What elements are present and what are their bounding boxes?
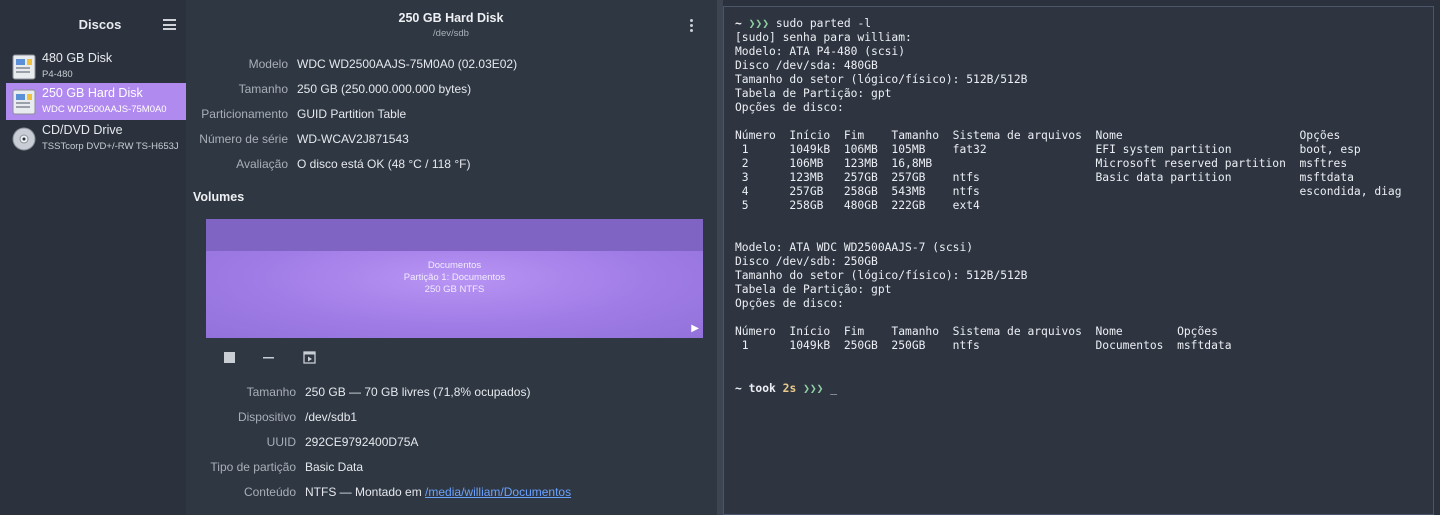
property-value: /dev/sdb1: [305, 410, 358, 424]
hard-disk-icon: [12, 54, 36, 80]
partition-name: Documentos: [427, 260, 482, 271]
terminal-prompt-line: ~ ❯❯❯ sudo parted -l: [735, 17, 871, 31]
property-value: NTFS — Montado em /media/william/Documen…: [305, 485, 571, 499]
property-value: O disco está OK (48 °C / 118 °F): [297, 157, 471, 171]
settings-menu-icon: [303, 351, 316, 364]
mounted-indicator-icon: ▶: [691, 323, 699, 334]
sidebar-item-480gb-disk[interactable]: 480 GB Disk P4-480: [6, 48, 186, 85]
terminal-output-line: 2 106MB 123MB 16,8MB Microsoft reserved …: [735, 157, 1348, 170]
stop-icon: [224, 352, 235, 363]
terminal-command: sudo parted -l: [775, 17, 872, 30]
property-value: Basic Data: [305, 460, 364, 474]
prompt-tilde: ~: [735, 382, 742, 395]
drive-model: WDC WD2500AAJS-75M0A0: [42, 104, 167, 115]
prompt-arrows-icon: ❯❯❯: [803, 382, 824, 395]
terminal-output-line: Número Início Fim Tamanho Sistema de arq…: [735, 129, 1341, 142]
property-value: 250 GB (250.000.000.000 bytes): [297, 82, 472, 96]
terminal-output-line: Tamanho do setor (lógico/físico): 512B/5…: [735, 73, 1028, 86]
volume-band: [206, 219, 703, 251]
property-value: GUID Partition Table: [297, 107, 407, 121]
terminal-output-line: 1 1049kB 106MB 105MB fat32 EFI system pa…: [735, 143, 1361, 156]
terminal-output-line: Tamanho do setor (lógico/físico): 512B/5…: [735, 269, 1028, 282]
property-label: Tipo de partição: [210, 460, 296, 474]
terminal-output-line: Opções de disco:: [735, 297, 844, 310]
property-value: WD-WCAV2J871543: [297, 132, 409, 146]
minus-icon: [263, 357, 274, 359]
partition-size: 250 GB NTFS: [424, 284, 485, 295]
disk-title: 250 GB Hard Disk: [398, 11, 504, 25]
terminal-cursor: _: [830, 382, 838, 395]
terminal-prompt-line-2[interactable]: ~ took 2s ❯❯❯ _: [735, 382, 837, 396]
hard-disk-icon: [12, 89, 36, 115]
disk-details: 250 GB Hard Disk /dev/sdb Modelo WDC WD2…: [186, 0, 717, 515]
property-label: UUID: [266, 435, 296, 449]
terminal-output-line: Opções de disco:: [735, 101, 844, 114]
partition-label: Documentos Partição 1: Documentos 250 GB…: [206, 260, 703, 296]
terminal-output-line: Disco /dev/sdb: 250GB: [735, 255, 878, 268]
property-label: Avaliação: [236, 157, 288, 171]
disks-window: Discos 480 GB Disk P4-480 250 GB Hard Di…: [0, 0, 717, 515]
terminal-output-line: Tabela de Partição: gpt: [735, 283, 892, 296]
sidebar-item-250gb-hard-disk[interactable]: 250 GB Hard Disk WDC WD2500AAJS-75M0A0: [6, 83, 186, 120]
property-label: Tamanho: [246, 385, 296, 399]
terminal-output-line: Tabela de Partição: gpt: [735, 87, 892, 100]
drive-name: CD/DVD Drive: [42, 123, 123, 137]
contents-text: NTFS — Montado em: [305, 485, 426, 499]
property-label: Número de série: [199, 132, 288, 146]
mount-point-link[interactable]: /media/william/Documentos: [425, 485, 571, 499]
kebab-menu-icon[interactable]: [690, 19, 693, 34]
drive-model: P4-480: [42, 69, 73, 80]
terminal-output-line: Número Início Fim Tamanho Sistema de arq…: [735, 325, 1218, 338]
property-label: Dispositivo: [237, 410, 296, 424]
terminal-output-line: Modelo: ATA WDC WD2500AAJS-7 (scsi): [735, 241, 974, 254]
sidebar: Discos 480 GB Disk P4-480 250 GB Hard Di…: [0, 0, 186, 515]
terminal-output-line: [sudo] senha para william:: [735, 31, 912, 44]
drive-name: 480 GB Disk: [42, 51, 113, 65]
property-label: Tamanho: [238, 82, 288, 96]
partition-block[interactable]: Documentos Partição 1: Documentos 250 GB…: [206, 219, 703, 338]
unmount-button[interactable]: [223, 351, 237, 365]
prompt-tilde: ~: [735, 17, 742, 30]
delete-partition-button[interactable]: [262, 351, 276, 365]
terminal-output-line: Disco /dev/sda: 480GB: [735, 59, 878, 72]
property-label: Conteúdo: [243, 485, 296, 499]
hamburger-menu-icon[interactable]: [163, 19, 176, 30]
drive-model: TSSTcorp DVD+/-RW TS-H653J: [42, 141, 179, 152]
prompt-duration: 2s: [782, 382, 797, 395]
property-value: 250 GB — 70 GB livres (71,8% ocupados): [305, 385, 531, 399]
optical-disc-icon: [12, 127, 36, 151]
property-label: Modelo: [248, 57, 288, 71]
property-value: 292CE9792400D75A: [305, 435, 419, 449]
sidebar-header: Discos: [0, 0, 186, 46]
terminal-output-line: Modelo: ATA P4-480 (scsi): [735, 45, 906, 58]
terminal-output-line: 1 1049kB 250GB 250GB ntfs Documentos msf…: [735, 339, 1232, 352]
partition-description: Partição 1: Documentos: [403, 272, 506, 283]
terminal-output-line: 5 258GB 480GB 222GB ext4: [735, 199, 980, 212]
property-value: WDC WD2500AAJS-75M0A0 (02.03E02): [297, 57, 518, 71]
terminal-output-line: 3 123MB 257GB 257GB ntfs Basic data part…: [735, 171, 1354, 184]
volumes-heading: Volumes: [193, 190, 245, 204]
prompt-arrows-icon: ❯❯❯: [748, 17, 770, 30]
terminal-output-line: 4 257GB 258GB 543MB ntfs escondida, diag: [735, 185, 1402, 198]
terminal-window[interactable]: ~ ❯❯❯ sudo parted -l [sudo] senha para w…: [723, 6, 1434, 515]
prompt-took-label: took: [748, 382, 776, 395]
property-label: Particionamento: [201, 107, 288, 121]
sidebar-item-cd-dvd-drive[interactable]: CD/DVD Drive TSSTcorp DVD+/-RW TS-H653J: [6, 120, 186, 157]
drive-name: 250 GB Hard Disk: [42, 86, 143, 100]
disk-device-path: /dev/sdb: [433, 28, 469, 39]
partition-options-button[interactable]: [303, 351, 317, 365]
